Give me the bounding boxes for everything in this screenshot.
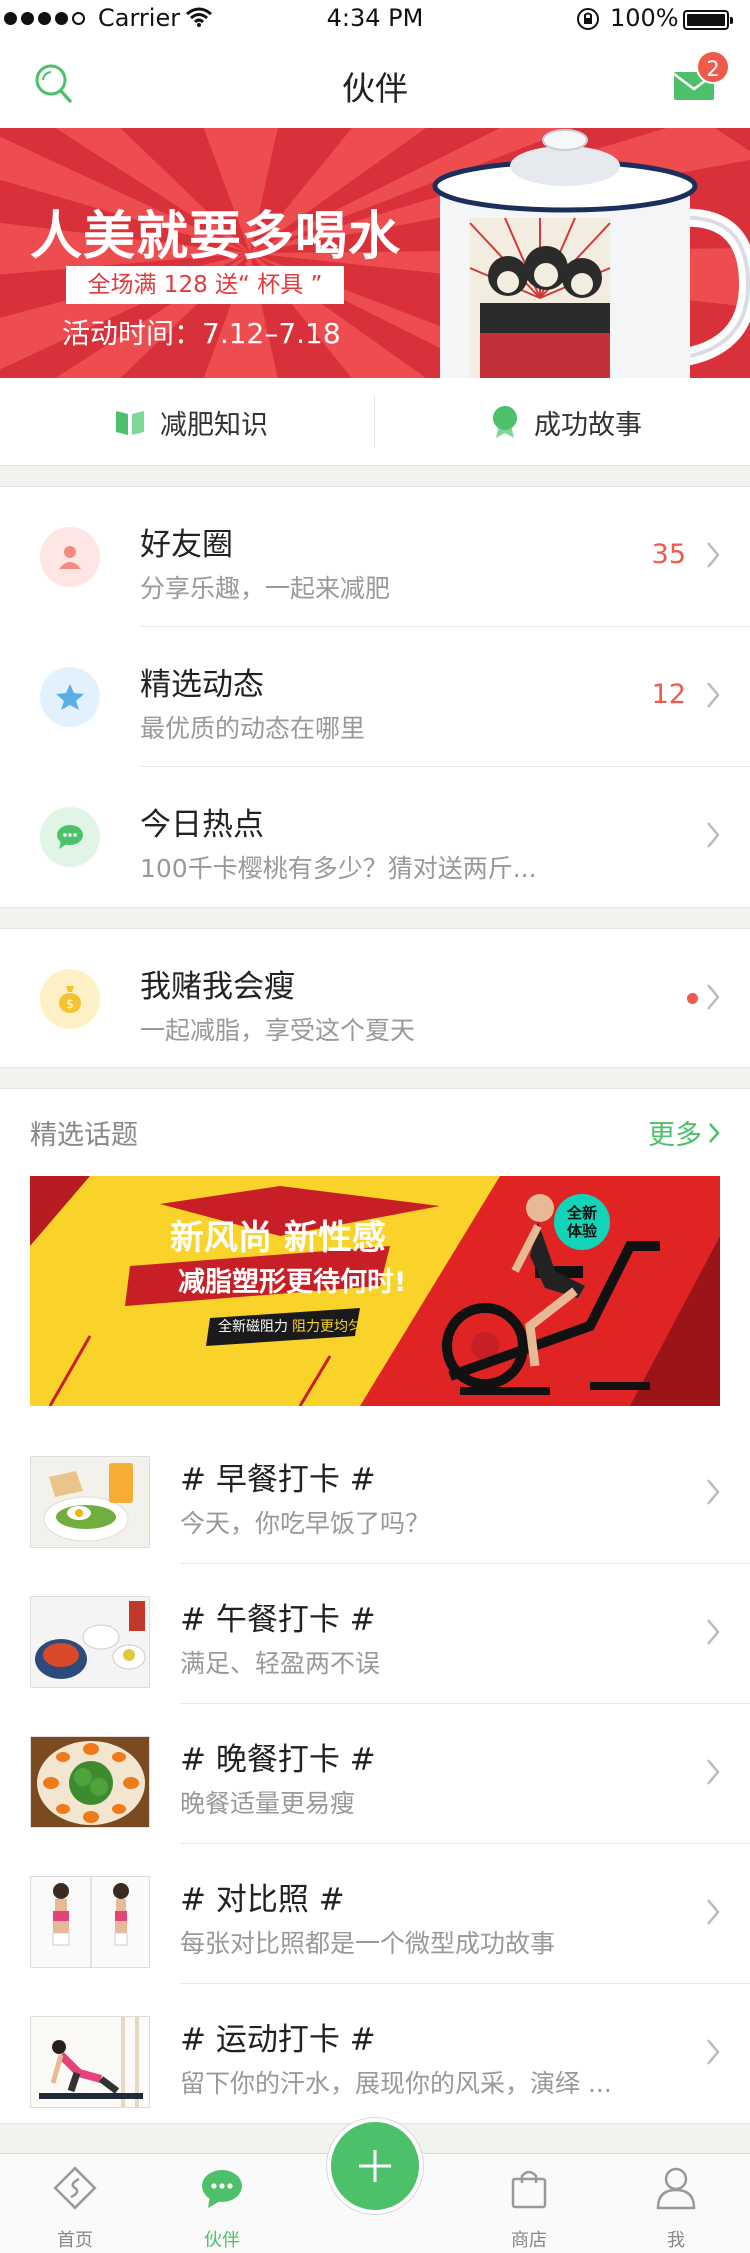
item-title: 我赌我会瘦 [140, 969, 295, 1005]
battery-percent: 100% [610, 4, 679, 32]
chevron-right-icon [707, 542, 720, 568]
ad-badge: 全新体验 [566, 1204, 597, 1240]
tab-success-stories[interactable]: 成功故事 [490, 378, 642, 466]
user-icon [40, 527, 100, 587]
list-item-featured-posts[interactable]: 精选动态 最优质的动态在哪里 12 [0, 627, 750, 767]
topic-title: # 午餐打卡 # [180, 1602, 376, 1638]
topic-exercise[interactable]: # 运动打卡 # 留下你的汗水，展现你的风采，演绎 ... [0, 1984, 750, 2124]
list-item-bet-challenge[interactable]: $ 我赌我会瘦 一起减脂，享受这个夏天 [0, 929, 750, 1069]
featured-topics: 精选话题 更多 新风尚 新性感 减脂塑形更待何时! 全新磁阻力 阻力更均匀 全新… [0, 1088, 750, 2124]
quick-tabs: 减肥知识 成功故事 [0, 378, 750, 466]
list-item-friends-circle[interactable]: 好友圈 分享乐趣，一起来减肥 35 [0, 487, 750, 627]
battery-icon [683, 10, 733, 30]
nav-bar: 伙伴 2 [0, 40, 750, 128]
list-item-today-hot[interactable]: 今日热点 100千卡樱桃有多少？猜对送两斤... [0, 767, 750, 907]
topic-breakfast[interactable]: # 早餐打卡 # 今天，你吃早饭了吗？ [0, 1424, 750, 1564]
topic-title: # 晚餐打卡 # [180, 1742, 376, 1778]
topic-title: # 运动打卡 # [180, 2022, 376, 2058]
topic-title: # 对比照 # [180, 1882, 345, 1918]
item-title: 好友圈 [140, 527, 233, 563]
topic-title: # 早餐打卡 # [180, 1462, 376, 1498]
quick-tabs-divider [374, 396, 375, 448]
chevron-right-icon [707, 682, 720, 708]
tab-home[interactable]: 首页 [15, 2154, 135, 2253]
item-title: 今日热点 [140, 807, 264, 843]
ad-tagline-b: 阻力更均匀 [292, 1319, 362, 1335]
topic-subtitle: 今天，你吃早饭了吗？ [180, 1509, 431, 1538]
tab-label: 商店 [511, 2230, 547, 2251]
notification-badge: 2 [696, 50, 730, 84]
status-bar: Carrier 4:34 PM 100% [0, 0, 750, 40]
chevron-right-icon [707, 1619, 720, 1645]
item-title: 精选动态 [140, 667, 264, 703]
svg-text:$: $ [66, 997, 74, 1011]
chevron-right-icon [707, 1759, 720, 1785]
social-list: 好友圈 分享乐趣，一起来减肥 35 精选动态 最优质的动态在哪里 12 今日热点… [0, 486, 750, 908]
enamel-mug-image [432, 129, 750, 378]
dinner-thumbnail [30, 1736, 150, 1828]
item-count: 12 [651, 679, 686, 710]
unread-dot [687, 993, 698, 1004]
section-title: 精选话题 [30, 1120, 138, 1151]
tab-label: 首页 [57, 2230, 93, 2251]
topic-comparison[interactable]: # 对比照 # 每张对比照都是一个微型成功故事 [0, 1844, 750, 1984]
profile-icon [656, 2167, 696, 2210]
add-post-button[interactable] [327, 2118, 423, 2214]
topic-subtitle: 每张对比照都是一个微型成功故事 [180, 1929, 556, 1958]
item-subtitle: 最优质的动态在哪里 [140, 714, 366, 743]
star-icon [40, 667, 100, 727]
book-icon [116, 411, 144, 435]
topic-subtitle: 留下你的汗水，展现你的风采，演绎 ... [180, 2069, 612, 2098]
chevron-right-icon [709, 1122, 720, 1143]
item-subtitle: 100千卡樱桃有多少？猜对送两斤... [140, 854, 537, 883]
chevron-right-icon [707, 984, 720, 1010]
more-label: 更多 [648, 1120, 702, 1151]
tab-label: 伙伴 [204, 2230, 240, 2251]
tab-label: 我 [667, 2230, 685, 2251]
banner-period: 活动时间：7.12–7.18 [62, 317, 341, 350]
topic-subtitle: 晚餐适量更易瘦 [180, 1789, 356, 1818]
chat-icon [40, 807, 100, 867]
lunch-thumbnail [30, 1596, 150, 1688]
rotation-lock-icon [577, 8, 599, 30]
topic-lunch[interactable]: # 午餐打卡 # 满足、轻盈两不误 [0, 1564, 750, 1704]
breakfast-thumbnail [30, 1456, 150, 1548]
shopping-bag-icon [511, 2170, 547, 2209]
award-icon [493, 406, 517, 438]
item-subtitle: 一起减脂，享受这个夏天 [140, 1016, 416, 1045]
tab-label: 成功故事 [534, 409, 642, 441]
chevron-right-icon [707, 1479, 720, 1505]
home-icon [53, 2166, 97, 2210]
item-count: 35 [651, 539, 686, 570]
exercise-thumbnail [30, 2016, 150, 2108]
chevron-right-icon [707, 822, 720, 848]
chevron-right-icon [707, 1899, 720, 1925]
money-bag-icon: $ [40, 969, 100, 1029]
tab-me[interactable]: 我 [616, 2154, 736, 2253]
banner-promo: 全场满 128 送“ 杯具 ” [66, 266, 344, 304]
item-subtitle: 分享乐趣，一起来减肥 [140, 574, 391, 603]
ad-headline-2: 减脂塑形更待何时! [178, 1267, 407, 1298]
tab-store[interactable]: 商店 [469, 2154, 589, 2253]
ad-tagline-a: 全新磁阻力 [218, 1319, 288, 1335]
tab-weight-loss-knowledge[interactable]: 减肥知识 [114, 378, 268, 466]
promo-banner[interactable]: 人美就要多喝水 全场满 128 送“ 杯具 ” 活动时间：7.12–7.18 [0, 128, 750, 378]
topic-dinner[interactable]: # 晚餐打卡 # 晚餐适量更易瘦 [0, 1704, 750, 1844]
banner-headline: 人美就要多喝水 [30, 207, 402, 267]
chevron-right-icon [707, 2039, 720, 2065]
plus-icon [359, 2150, 391, 2182]
comparison-thumbnail [30, 1876, 150, 1968]
page-title: 伙伴 [342, 69, 408, 108]
fitness-ad-banner[interactable]: 新风尚 新性感 减脂塑形更待何时! 全新磁阻力 阻力更均匀 全新体验 [30, 1176, 720, 1406]
tab-label: 减肥知识 [160, 409, 268, 441]
partner-chat-icon [202, 2170, 242, 2208]
tab-partners[interactable]: 伙伴 [162, 2154, 282, 2253]
topic-subtitle: 满足、轻盈两不误 [180, 1649, 381, 1678]
more-link[interactable]: 更多 [648, 1113, 720, 1152]
bet-section: $ 我赌我会瘦 一起减脂，享受这个夏天 [0, 928, 750, 1068]
ad-headline-1: 新风尚 新性感 [170, 1218, 386, 1258]
